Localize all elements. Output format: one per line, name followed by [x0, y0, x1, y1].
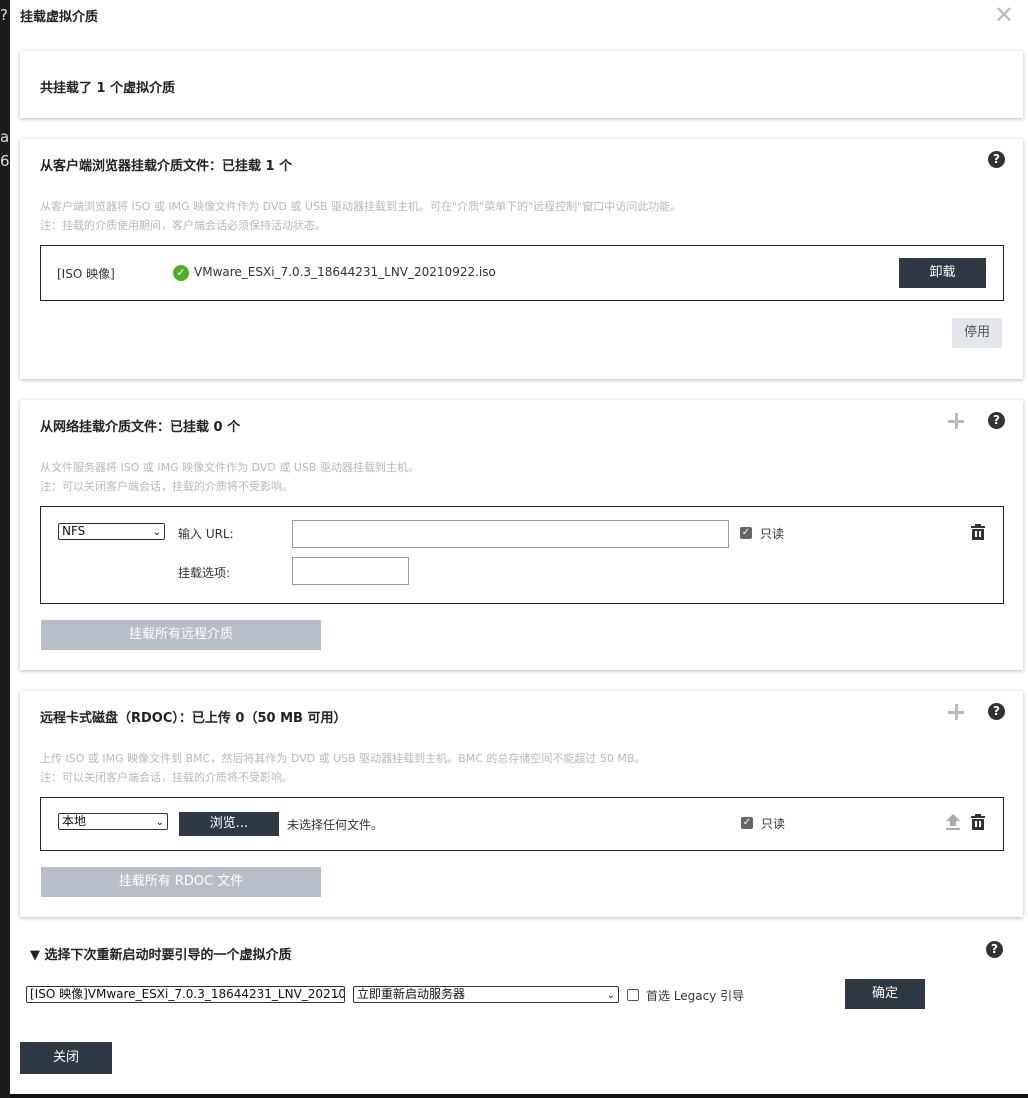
mount-all-rdoc-button[interactable]: 挂载所有 RDOC 文件: [41, 867, 321, 897]
boot-media-selected-value: [ISO 映像]VMware_ESXi_7.0.3_18644231_LNV_2…: [30, 987, 345, 1001]
rdoc-source-selected-value: 本地: [62, 814, 87, 828]
legacy-boot-label: 首选 Legacy 引导: [646, 989, 745, 1003]
protocol-select[interactable]: NFS ⌄: [58, 523, 165, 540]
legacy-boot-checkbox[interactable]: [627, 989, 639, 1001]
network-media-card: 从网络挂载介质文件：已挂载 0 个 ? 从文件服务器将 ISO 或 IMG 映像…: [20, 400, 1023, 670]
url-label: 输入 URL:: [178, 527, 234, 541]
chevron-down-icon: ⌄: [155, 817, 164, 828]
browser-media-card: 从客户端浏览器挂载介质文件：已挂载 1 个 ? 从客户端浏览器将 ISO 或 I…: [20, 139, 1023, 379]
background-text-fragment: a: [0, 128, 10, 146]
network-media-desc-line1: 从文件服务器将 ISO 或 IMG 映像文件作为 DVD 或 USB 驱动器挂载…: [40, 461, 419, 474]
url-input[interactable]: [292, 520, 729, 548]
rdoc-desc-line2: 注：可以关闭客户端会话，挂载的介质将不受影响。: [40, 771, 293, 784]
network-media-description: 从文件服务器将 ISO 或 IMG 映像文件作为 DVD 或 USB 驱动器挂载…: [40, 458, 419, 496]
rdoc-readonly-label: 只读: [761, 817, 786, 831]
background-text-fragment-2: 6: [0, 152, 10, 170]
help-icon[interactable]: ?: [988, 703, 1005, 720]
disable-button[interactable]: 停用: [952, 318, 1002, 348]
readonly-checkbox[interactable]: ✓: [740, 527, 752, 539]
rdoc-card: 远程卡式磁盘（RDOC）：已上传 0（50 MB 可用） ? 上传 ISO 或 …: [20, 691, 1023, 917]
mount-virtual-media-dialog: 挂载虚拟介质 ✕ 共挂载了 1 个虚拟介质 从客户端浏览器挂载介质文件：已挂载 …: [10, 0, 1028, 1094]
browser-media-desc-line1: 从客户端浏览器将 ISO 或 IMG 映像文件作为 DVD 或 USB 驱动器挂…: [40, 200, 682, 213]
readonly-label: 只读: [760, 527, 785, 541]
browser-media-description: 从客户端浏览器将 ISO 或 IMG 映像文件作为 DVD 或 USB 驱动器挂…: [40, 197, 681, 235]
media-type-label: [ISO 映像]: [57, 267, 115, 281]
boot-media-select[interactable]: [ISO 映像]VMware_ESXi_7.0.3_18644231_LNV_2…: [26, 986, 345, 1003]
rdoc-source-select[interactable]: 本地 ⌄: [58, 813, 168, 830]
close-icon[interactable]: ✕: [994, 2, 1014, 28]
mount-options-label: 挂载选项:: [178, 566, 231, 580]
rdoc-desc-line1: 上传 ISO 或 IMG 映像文件到 BMC，然后将其作为 DVD 或 USB …: [40, 752, 646, 765]
chevron-down-icon: ⌄: [332, 990, 341, 1001]
mounted-media-row: [ISO 映像] ✓ VMware_ESXi_7.0.3_18644231_LN…: [40, 245, 1004, 301]
rdoc-entry: 本地 ⌄ 浏览... 未选择任何文件。 ✓ 只读: [40, 797, 1004, 851]
background-help-icon: ?: [0, 6, 10, 24]
browser-media-title: 从客户端浏览器挂载介质文件：已挂载 1 个: [40, 159, 293, 174]
summary-text: 共挂载了 1 个虚拟介质: [40, 81, 176, 96]
boot-media-toggle[interactable]: ▼ 选择下次重新启动时要引导的一个虚拟介质: [30, 944, 292, 963]
mount-options-input[interactable]: [292, 557, 409, 585]
unmount-button[interactable]: 卸载: [899, 258, 986, 288]
mount-all-remote-button[interactable]: 挂载所有远程介质: [41, 620, 321, 650]
rdoc-readonly-checkbox[interactable]: ✓: [741, 817, 753, 829]
network-media-desc-line2: 注：可以关闭客户端会话，挂载的介质将不受影响。: [40, 480, 293, 493]
browser-media-desc-line2: 注：挂载的介质使用期间，客户端会话必须保持活动状态。: [40, 219, 326, 232]
help-icon[interactable]: ?: [988, 412, 1005, 429]
boot-action-selected-value: 立即重新启动服务器: [357, 987, 466, 1001]
mounted-ok-icon: ✓: [173, 265, 189, 281]
summary-card: 共挂载了 1 个虚拟介质: [20, 51, 1023, 118]
rdoc-title: 远程卡式磁盘（RDOC）：已上传 0（50 MB 可用）: [40, 711, 347, 726]
browse-button[interactable]: 浏览...: [179, 812, 279, 836]
help-icon[interactable]: ?: [988, 151, 1005, 168]
mounted-file-name: VMware_ESXi_7.0.3_18644231_LNV_20210922.…: [194, 265, 496, 279]
upload-icon[interactable]: [946, 814, 960, 830]
trash-icon[interactable]: [971, 524, 985, 540]
chevron-down-icon: ⌄: [152, 527, 161, 538]
network-media-title: 从网络挂载介质文件：已挂载 0 个: [40, 420, 241, 435]
trash-icon[interactable]: [971, 814, 985, 830]
protocol-selected-value: NFS: [62, 524, 86, 538]
add-network-media-icon[interactable]: [948, 413, 964, 429]
network-media-entry: NFS ⌄ 输入 URL: ✓ 只读 挂载选项:: [40, 506, 1004, 604]
chevron-down-icon: ⌄: [606, 990, 615, 1001]
dialog-title: 挂载虚拟介质: [20, 10, 99, 25]
background-help-glyph: ?: [0, 6, 8, 24]
confirm-button[interactable]: 确定: [845, 979, 925, 1009]
close-button[interactable]: 关闭: [20, 1042, 112, 1074]
no-file-selected-text: 未选择任何文件。: [287, 818, 384, 832]
boot-action-select[interactable]: 立即重新启动服务器 ⌄: [353, 986, 619, 1003]
help-icon[interactable]: ?: [986, 941, 1003, 958]
rdoc-description: 上传 ISO 或 IMG 映像文件到 BMC，然后将其作为 DVD 或 USB …: [40, 749, 645, 787]
add-rdoc-icon[interactable]: [948, 704, 964, 720]
